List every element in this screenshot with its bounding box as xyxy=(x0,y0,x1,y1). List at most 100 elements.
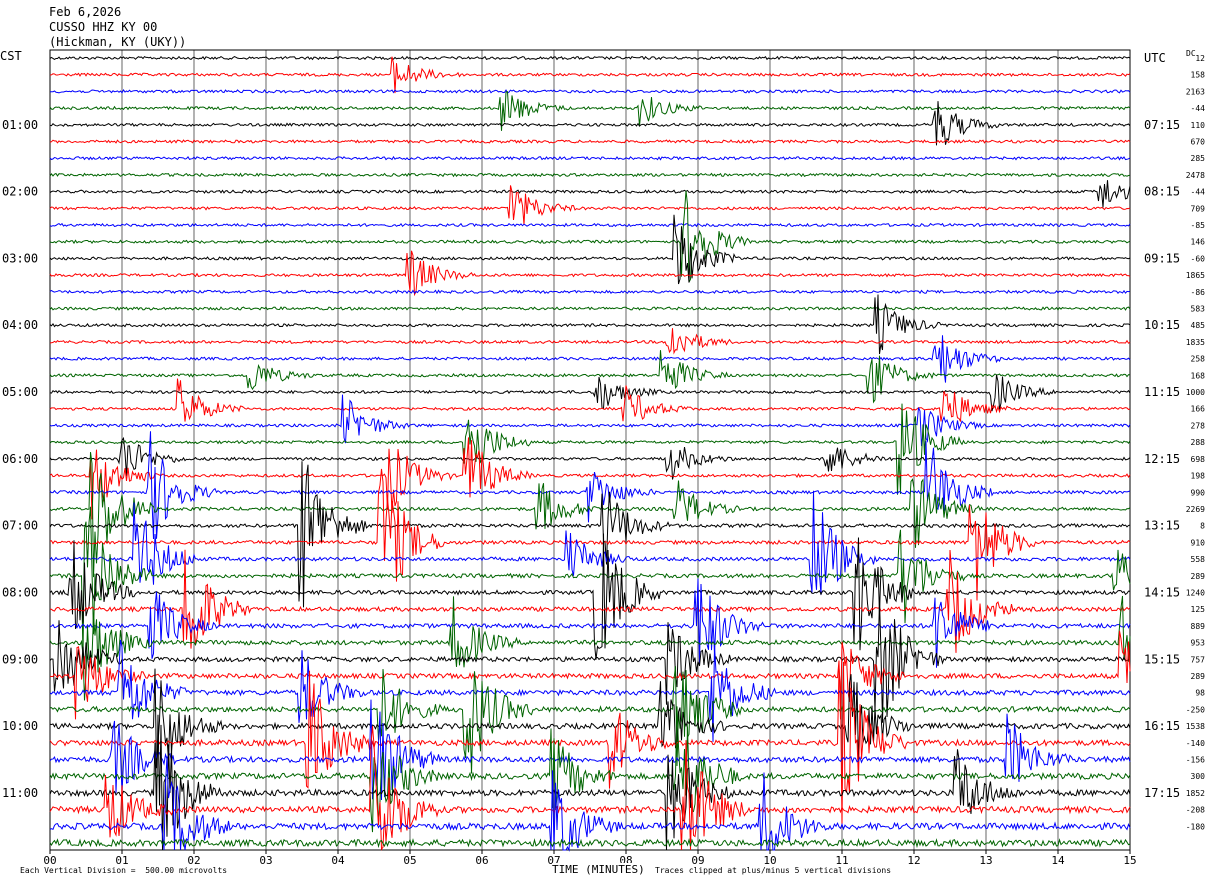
dc-offset-label: -208 xyxy=(1186,806,1205,815)
seismic-trace xyxy=(49,328,1131,355)
footer-scale-note: Each Vertical Division = 500.00 microvol… xyxy=(20,866,228,875)
seismic-trace xyxy=(49,294,1131,355)
dc-offset-label: 12 xyxy=(1195,54,1205,63)
dc-offset-label: 198 xyxy=(1191,472,1206,481)
dc-offset-label: 300 xyxy=(1191,772,1206,781)
seismic-trace xyxy=(49,699,1131,801)
dc-offset-label: 757 xyxy=(1191,655,1206,664)
dc-offset-label: -86 xyxy=(1191,288,1206,297)
seismic-trace xyxy=(49,600,1131,723)
dc-offset-label: 289 xyxy=(1191,672,1206,681)
dc-offset-label: 278 xyxy=(1191,421,1206,430)
right-time-label: 07:15 xyxy=(1144,118,1180,132)
dc-offset-label: 583 xyxy=(1191,305,1206,314)
left-time-label: 08:00 xyxy=(2,585,38,599)
left-time-label: 01:00 xyxy=(2,118,38,132)
dc-offset-label: 1835 xyxy=(1186,338,1205,347)
right-time-label: 14:15 xyxy=(1144,585,1180,599)
right-time-label: 09:15 xyxy=(1144,251,1180,265)
right-time-label: 17:15 xyxy=(1144,786,1180,800)
seismic-trace xyxy=(49,837,1131,849)
left-time-label: 04:00 xyxy=(2,318,38,332)
dc-offset-label: 670 xyxy=(1191,138,1206,147)
dc-offset-label: 1240 xyxy=(1186,588,1205,597)
right-time-label: 16:15 xyxy=(1144,719,1180,733)
seismic-trace xyxy=(49,437,1131,520)
right-time-label: 15:15 xyxy=(1144,652,1180,666)
x-tick-label: 14 xyxy=(1051,854,1065,867)
seismic-trace xyxy=(49,155,1131,161)
dc-offset-label: -156 xyxy=(1186,755,1205,764)
dc-offset-label: -180 xyxy=(1186,822,1205,831)
left-time-label: 11:00 xyxy=(2,786,38,800)
dc-offset-label: -140 xyxy=(1186,739,1205,748)
helicorder-plot: 00 01 02 03 04 05 06 07 08 09 10 11 12 13 14 1512158216… xyxy=(2,49,1206,867)
seismic-trace xyxy=(49,139,1131,144)
dc-offset-label: 288 xyxy=(1191,438,1206,447)
left-time-label: 03:00 xyxy=(2,251,38,265)
dc-offset-label: 166 xyxy=(1191,405,1206,414)
x-tick-label: 03 xyxy=(259,854,272,867)
seismic-trace xyxy=(49,436,1131,480)
dc-offset-label: 889 xyxy=(1191,622,1206,631)
dc-offset-label: 485 xyxy=(1191,321,1206,330)
dc-offset-label: 2163 xyxy=(1186,87,1205,96)
right-time-label: 10:15 xyxy=(1144,318,1180,332)
seismic-trace xyxy=(49,549,1131,653)
seismic-trace xyxy=(49,706,1131,833)
seismic-trace xyxy=(49,289,1131,295)
dc-offset-label: 8 xyxy=(1200,522,1205,531)
right-time-label: 12:15 xyxy=(1144,452,1180,466)
x-tick-label: 13 xyxy=(979,854,992,867)
seismic-trace xyxy=(49,250,1131,297)
dc-offset-label: 258 xyxy=(1191,355,1206,364)
x-axis-label: TIME (MINUTES) xyxy=(552,863,645,876)
dc-offset-label: 990 xyxy=(1191,488,1206,497)
dc-offset-label: 698 xyxy=(1191,455,1206,464)
dc-offset-label: 146 xyxy=(1191,238,1206,247)
dc-offset-label: 1865 xyxy=(1186,271,1205,280)
dc-offset-label: 168 xyxy=(1191,371,1206,380)
dc-offset-label: 158 xyxy=(1191,71,1206,80)
dc-offset-label: 910 xyxy=(1191,538,1206,547)
dc-offset-label: 125 xyxy=(1191,605,1206,614)
seismic-trace xyxy=(49,431,1131,540)
dc-offset-label: 98 xyxy=(1195,689,1205,698)
dc-offset-label: -44 xyxy=(1191,104,1206,113)
left-time-label: 06:00 xyxy=(2,452,38,466)
seismic-trace xyxy=(49,172,1131,178)
seismic-trace xyxy=(49,374,1131,412)
x-tick-label: 12 xyxy=(907,854,920,867)
seismic-trace xyxy=(49,306,1131,311)
seismic-trace xyxy=(49,180,1131,208)
left-time-label: 09:00 xyxy=(2,652,38,666)
right-time-label: 13:15 xyxy=(1144,519,1180,533)
dc-offset-label: -85 xyxy=(1191,221,1206,230)
dc-offset-label: 558 xyxy=(1191,555,1206,564)
seismic-trace xyxy=(49,56,1131,94)
x-tick-label: 05 xyxy=(403,854,416,867)
dc-offset-label: 1852 xyxy=(1186,789,1205,798)
dc-offset-label: 285 xyxy=(1191,154,1206,163)
dc-offset-label: 1538 xyxy=(1186,722,1205,731)
seismic-trace xyxy=(49,190,1131,283)
dc-offset-label: 289 xyxy=(1191,572,1206,581)
dc-offset-label: 2269 xyxy=(1186,505,1205,514)
seismic-trace xyxy=(49,55,1131,61)
x-tick-label: 15 xyxy=(1123,854,1136,867)
left-time-label: 07:00 xyxy=(2,519,38,533)
left-time-label: 10:00 xyxy=(2,719,38,733)
seismic-trace xyxy=(49,222,1131,228)
dc-offset-label: 110 xyxy=(1191,121,1206,130)
seismic-trace xyxy=(49,578,1131,668)
dc-offset-label: 709 xyxy=(1191,204,1206,213)
x-tick-label: 06 xyxy=(475,854,488,867)
x-tick-label: 04 xyxy=(331,854,345,867)
seismic-trace xyxy=(49,378,1131,422)
seismic-trace xyxy=(49,668,1131,769)
dc-offset-label: 953 xyxy=(1191,639,1206,648)
left-time-label: 05:00 xyxy=(2,385,38,399)
dc-offset-label: -250 xyxy=(1186,705,1205,714)
dc-offset-label: -60 xyxy=(1191,254,1206,263)
left-time-label: 02:00 xyxy=(2,185,38,199)
